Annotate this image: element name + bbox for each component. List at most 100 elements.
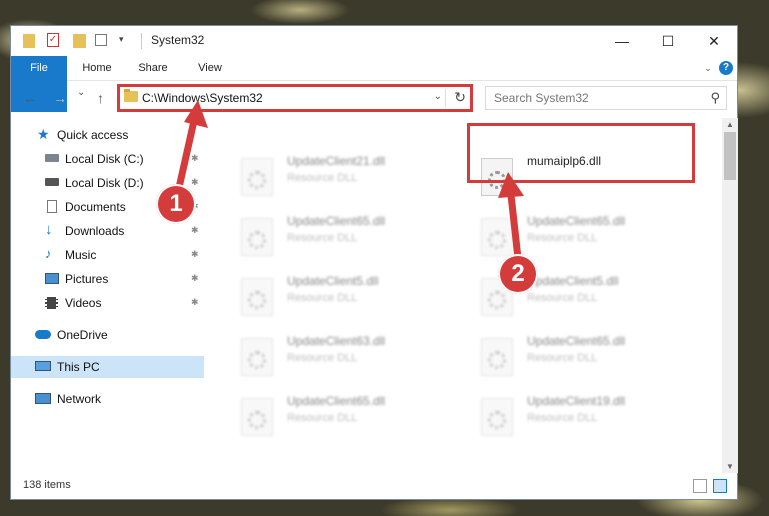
tab-view[interactable]: View bbox=[187, 56, 233, 80]
search-input[interactable]: Search System32 bbox=[494, 91, 589, 105]
file-name: UpdateClient63.dll bbox=[287, 334, 386, 348]
ribbon: File Home Share View ⌄ ? bbox=[11, 56, 737, 112]
scroll-down-icon[interactable]: ▼ bbox=[726, 462, 734, 471]
sidebar-item-music[interactable]: ♪ Music ✱ bbox=[11, 244, 204, 266]
file-type: Resource DLL bbox=[287, 412, 358, 424]
sidebar-item-label: Videos bbox=[65, 296, 102, 310]
file-type: Resource DLL bbox=[527, 412, 598, 424]
list-item[interactable]: UpdateClient65.dll Resource DLL bbox=[217, 208, 437, 264]
file-type: Resource DLL bbox=[287, 292, 358, 304]
sidebar-item-videos[interactable]: Videos ✱ bbox=[11, 292, 204, 314]
sidebar-item-label: Documents bbox=[65, 200, 126, 214]
scroll-up-icon[interactable]: ▲ bbox=[726, 120, 734, 129]
address-highlight-box bbox=[117, 84, 473, 112]
file-type: Resource DLL bbox=[527, 292, 598, 304]
list-item[interactable]: UpdateClient65.dll Resource DLL bbox=[217, 388, 437, 444]
file-type: Resource DLL bbox=[287, 232, 358, 244]
file-name: UpdateClient5.dll bbox=[527, 274, 619, 288]
status-bar: 138 items bbox=[11, 473, 737, 499]
list-item[interactable]: UpdateClient65.dll Resource DLL bbox=[457, 208, 677, 264]
search-box[interactable]: Search System32 ⚲ bbox=[485, 86, 727, 110]
list-item[interactable]: UpdateClient5.dll Resource DLL bbox=[457, 268, 677, 324]
sidebar-item-label: Local Disk (D:) bbox=[65, 176, 144, 190]
pictures-icon bbox=[45, 273, 59, 284]
file-name: UpdateClient65.dll bbox=[287, 394, 386, 408]
dll-file-icon bbox=[241, 398, 273, 436]
document-icon bbox=[47, 200, 57, 213]
dll-file-icon bbox=[241, 278, 273, 316]
sidebar-item-this-pc[interactable]: This PC bbox=[11, 356, 204, 378]
tab-home[interactable]: Home bbox=[73, 56, 121, 80]
list-item[interactable]: UpdateClient63.dll Resource DLL bbox=[217, 328, 437, 384]
pin-icon[interactable]: ✱ bbox=[191, 297, 199, 308]
star-icon: ★ bbox=[37, 126, 50, 142]
file-name: UpdateClient65.dll bbox=[527, 214, 626, 228]
details-view-icon[interactable] bbox=[693, 479, 707, 493]
forward-button[interactable]: → bbox=[53, 90, 67, 106]
up-button[interactable]: ↑ bbox=[97, 90, 104, 106]
expand-ribbon-icon[interactable]: ⌄ bbox=[701, 56, 715, 80]
properties-icon[interactable]: ✓ bbox=[47, 32, 59, 50]
dll-file-icon bbox=[481, 398, 513, 436]
file-type: Resource DLL bbox=[527, 232, 598, 244]
large-icons-view-icon[interactable] bbox=[713, 479, 727, 493]
title-separator bbox=[141, 33, 142, 49]
sidebar-item-label: Music bbox=[65, 248, 97, 262]
file-type: Resource DLL bbox=[527, 352, 598, 364]
step-badge-1: 1 bbox=[156, 184, 196, 224]
close-button[interactable]: ✕ bbox=[691, 26, 737, 56]
sidebar-item-network[interactable]: Network bbox=[11, 388, 204, 410]
file-name: UpdateClient65.dll bbox=[527, 334, 626, 348]
file-name: UpdateClient21.dll bbox=[287, 154, 386, 168]
file-type: Resource DLL bbox=[287, 352, 358, 364]
quick-access-dropdown-icon[interactable]: ▾ bbox=[119, 34, 124, 52]
file-name: UpdateClient65.dll bbox=[287, 214, 386, 228]
sidebar-item-label: Network bbox=[57, 392, 102, 406]
tab-share[interactable]: Share bbox=[129, 56, 177, 80]
sidebar-item-local-disk-c[interactable]: Local Disk (C:) ✱ bbox=[11, 148, 204, 170]
dll-file-icon bbox=[481, 338, 513, 376]
window-title: System32 bbox=[151, 33, 205, 47]
pin-icon[interactable]: ✱ bbox=[191, 273, 199, 284]
recent-locations-button[interactable]: ⌄ bbox=[77, 87, 85, 98]
videos-icon bbox=[45, 297, 58, 309]
list-item[interactable]: UpdateClient21.dll Resource DLL bbox=[217, 148, 437, 204]
maximize-button[interactable]: ☐ bbox=[645, 26, 691, 56]
sidebar-item-quick-access[interactable]: ★ Quick access bbox=[11, 124, 204, 146]
scroll-thumb[interactable] bbox=[724, 132, 736, 180]
help-icon[interactable]: ? bbox=[719, 61, 733, 75]
network-icon bbox=[35, 393, 51, 404]
customize-toolbar-icon[interactable] bbox=[95, 32, 115, 50]
cloud-icon bbox=[35, 330, 51, 339]
explorer-window: ✓ ▾ System32 — ☐ ✕ File Home Share View … bbox=[10, 25, 738, 500]
step-badge-2: 2 bbox=[498, 254, 538, 294]
pin-icon[interactable]: ✱ bbox=[191, 177, 199, 188]
pin-icon[interactable]: ✱ bbox=[191, 153, 199, 164]
sidebar-item-label: This PC bbox=[57, 360, 100, 374]
list-item[interactable]: UpdateClient5.dll Resource DLL bbox=[217, 268, 437, 324]
file-name: UpdateClient5.dll bbox=[287, 274, 379, 288]
vertical-scrollbar[interactable]: ▲ ▼ bbox=[722, 118, 738, 473]
search-icon[interactable]: ⚲ bbox=[710, 90, 720, 106]
dll-file-icon bbox=[241, 158, 273, 196]
computer-icon bbox=[35, 361, 51, 371]
sidebar-item-label: Downloads bbox=[65, 224, 125, 238]
drive-icon bbox=[45, 154, 59, 162]
minimize-button[interactable]: — bbox=[599, 26, 645, 56]
new-folder-icon[interactable] bbox=[73, 32, 86, 50]
list-item[interactable]: UpdateClient19.dll Resource DLL bbox=[457, 388, 677, 444]
sidebar-item-onedrive[interactable]: OneDrive bbox=[11, 324, 204, 346]
list-item[interactable]: UpdateClient65.dll Resource DLL bbox=[457, 328, 677, 384]
file-type: Resource DLL bbox=[287, 172, 358, 184]
back-button[interactable]: ← bbox=[23, 90, 37, 106]
file-name: UpdateClient19.dll bbox=[527, 394, 626, 408]
dll-file-icon bbox=[241, 218, 273, 256]
pin-icon[interactable]: ✱ bbox=[191, 249, 199, 260]
item-count: 138 items bbox=[23, 479, 71, 491]
drive-icon bbox=[45, 178, 59, 186]
file-list: UpdateClient21.dll Resource DLL mumaiplp… bbox=[207, 118, 722, 473]
title-bar: ✓ ▾ System32 — ☐ ✕ bbox=[11, 26, 737, 56]
sidebar-item-pictures[interactable]: Pictures ✱ bbox=[11, 268, 204, 290]
navigation-pane: ★ Quick access Local Disk (C:) ✱ Local D… bbox=[11, 118, 207, 473]
pin-icon[interactable]: ✱ bbox=[191, 225, 199, 236]
